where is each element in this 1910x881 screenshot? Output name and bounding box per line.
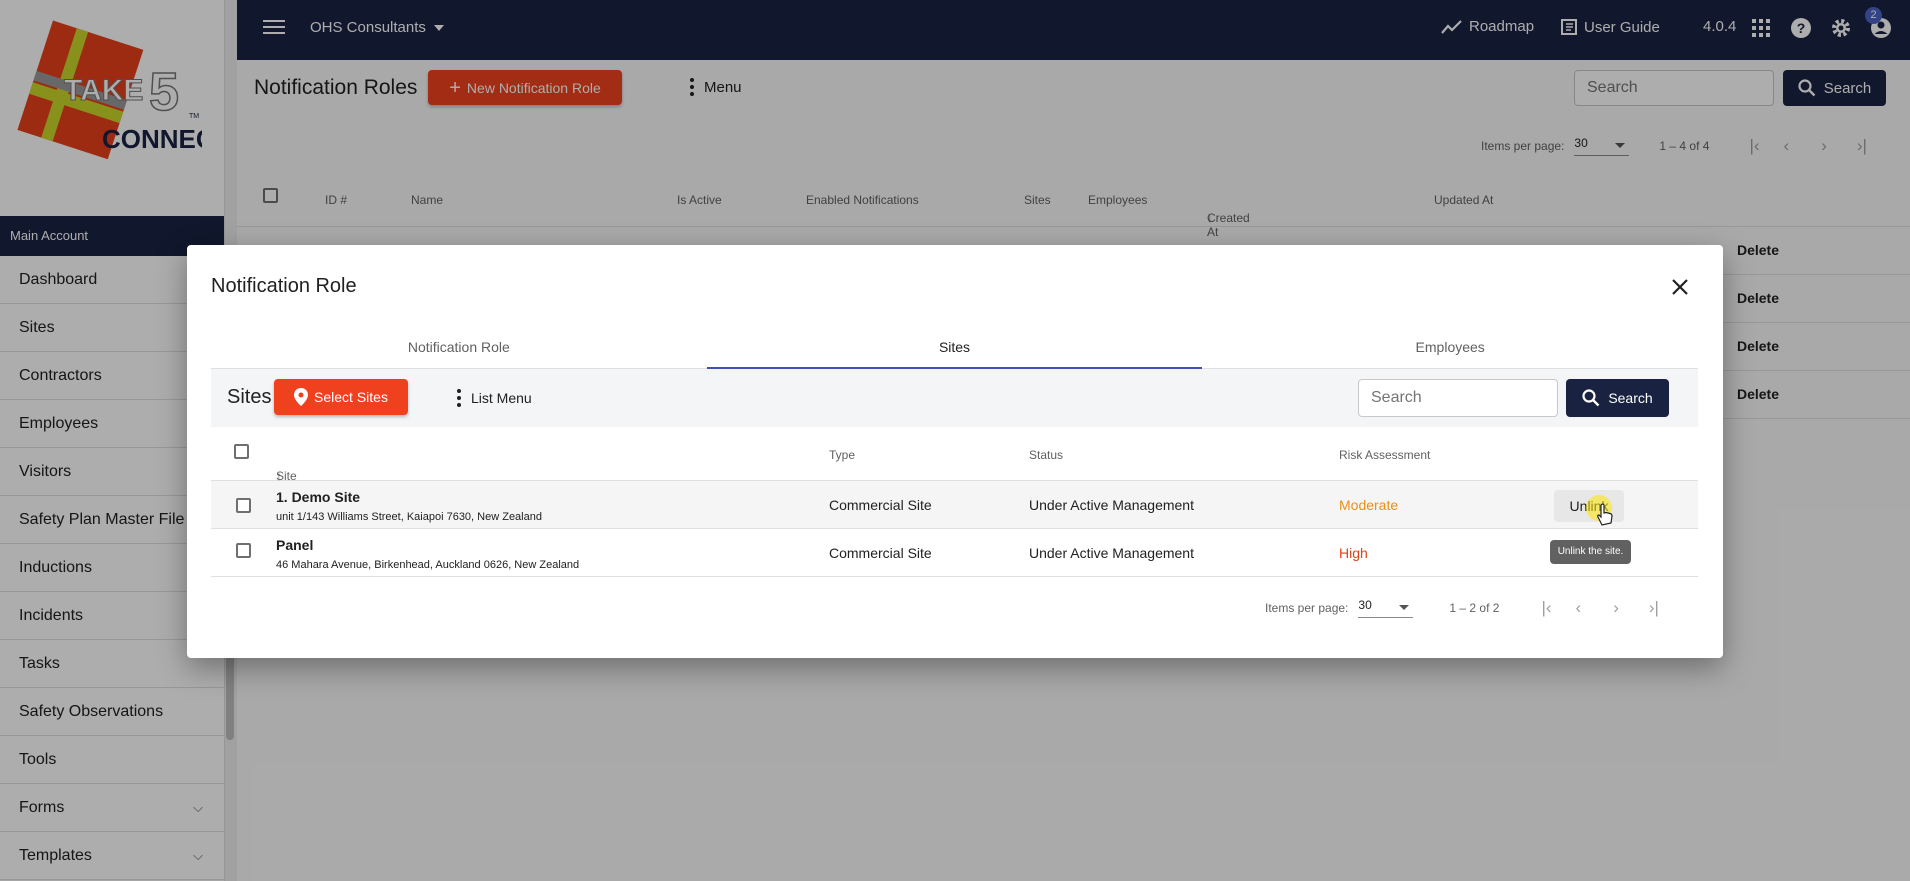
col-risk-assessment[interactable]: Risk Assessment — [1339, 448, 1430, 462]
list-menu-label: List Menu — [471, 390, 532, 406]
dialog-title: Notification Role — [211, 275, 357, 297]
row-checkbox[interactable] — [236, 498, 251, 513]
site-type: Commercial Site — [829, 497, 932, 513]
sites-search-input[interactable]: Search — [1358, 379, 1558, 417]
table-row[interactable]: 1. Demo Site unit 1/143 Williams Street,… — [211, 481, 1698, 529]
next-page-icon[interactable]: › — [1613, 598, 1619, 618]
tab-sites[interactable]: Sites — [706, 325, 1203, 369]
sites-paginator: Items per page: 30 1 – 2 of 2 |‹ ‹ › ›| — [1265, 598, 1659, 618]
site-status: Under Active Management — [1029, 497, 1194, 513]
first-page-icon[interactable]: |‹ — [1541, 598, 1551, 618]
hand-pointer-icon — [1597, 503, 1613, 526]
site-status: Under Active Management — [1029, 545, 1194, 561]
site-address: 46 Mahara Avenue, Birkenhead, Auckland 0… — [276, 559, 580, 571]
sites-table-header: Site Name ↑ Type Status Risk Assessment — [211, 427, 1698, 497]
list-menu-button[interactable]: List Menu — [457, 389, 532, 407]
site-address: unit 1/143 Williams Street, Kaiapoi 7630… — [276, 511, 542, 523]
range-label: 1 – 2 of 2 — [1449, 601, 1500, 615]
select-sites-button[interactable]: Select Sites — [274, 379, 408, 415]
select-sites-label: Select Sites — [314, 389, 388, 405]
site-name[interactable]: 1. Demo Site — [276, 489, 360, 505]
site-name[interactable]: Panel — [276, 537, 313, 553]
row-checkbox[interactable] — [236, 543, 251, 558]
last-page-icon[interactable]: ›| — [1649, 598, 1659, 618]
sites-search-label: Search — [1608, 390, 1653, 406]
select-all-sites-checkbox[interactable] — [234, 444, 249, 459]
dropdown-arrow-icon — [1399, 605, 1410, 610]
close-icon[interactable] — [1671, 278, 1689, 296]
items-per-page-value: 30 — [1358, 598, 1372, 612]
tab-notification-role[interactable]: Notification Role — [211, 325, 707, 368]
col-status[interactable]: Status — [1029, 448, 1063, 462]
unlink-tooltip: Unlink the site. — [1550, 540, 1631, 564]
col-type[interactable]: Type — [829, 448, 855, 462]
more-vert-icon — [457, 389, 461, 407]
risk-assessment: Moderate — [1339, 497, 1399, 513]
tab-employees[interactable]: Employees — [1202, 325, 1698, 368]
items-per-page-select[interactable]: 30 — [1358, 598, 1414, 618]
sites-toolbar: Sites Select Sites List Menu Search Sear… — [211, 369, 1698, 427]
items-per-page-label: Items per page: — [1265, 601, 1349, 615]
prev-page-icon[interactable]: ‹ — [1576, 598, 1582, 618]
site-type: Commercial Site — [829, 545, 932, 561]
sites-heading: Sites — [227, 386, 272, 408]
notification-role-dialog: Notification Role Notification Role Site… — [187, 245, 1723, 658]
dialog-tabs: Notification Role Sites Employees — [211, 325, 1698, 369]
risk-assessment: High — [1339, 545, 1368, 561]
table-row[interactable]: Panel 46 Mahara Avenue, Birkenhead, Auck… — [211, 529, 1698, 577]
sites-search-button[interactable]: Search — [1566, 379, 1669, 417]
search-icon — [1582, 389, 1600, 407]
location-pin-icon — [294, 388, 309, 406]
